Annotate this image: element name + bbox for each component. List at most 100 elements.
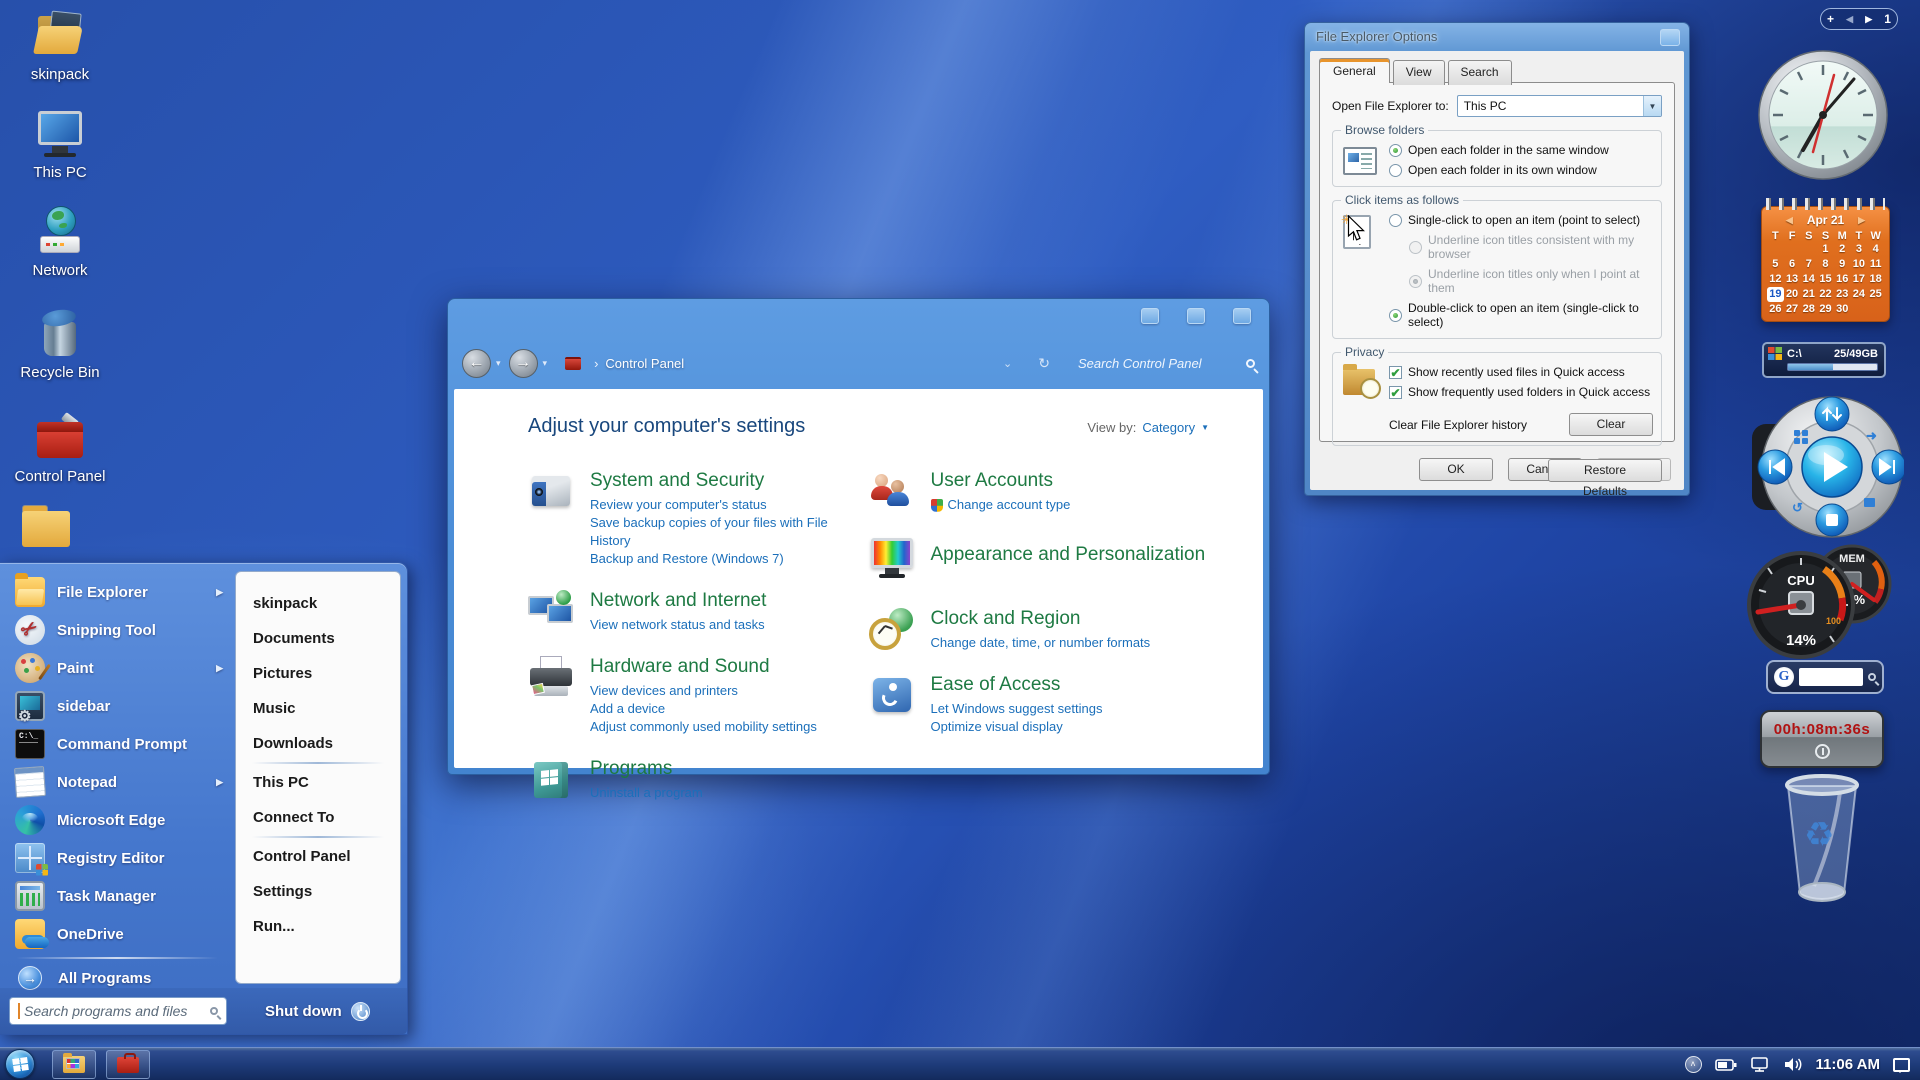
category-link[interactable]: Optimize visual display (931, 718, 1103, 736)
radio-selected-icon[interactable] (1389, 144, 1402, 157)
recycle-bin-gadget[interactable]: ♻ (1774, 768, 1870, 910)
start-menu-item-file-explorer[interactable]: File Explorer ▶ (2, 573, 232, 611)
back-button[interactable]: ← (462, 349, 491, 378)
calendar-day[interactable]: 14 (1800, 272, 1817, 287)
pager-prev-icon[interactable]: ◀ (1846, 14, 1853, 25)
timer-gadget[interactable]: 00h:08m:36s (1760, 710, 1884, 768)
calendar-day[interactable]: 6 (1784, 257, 1801, 272)
calendar-next-icon[interactable]: ▶ (1858, 215, 1865, 226)
calendar-day[interactable]: 19 (1767, 287, 1784, 302)
clock-region-icon[interactable] (869, 606, 915, 652)
calendar-day[interactable]: 4 (1867, 242, 1884, 257)
calendar-day[interactable]: 26 (1767, 302, 1784, 317)
desktop-icon-network[interactable]: Network (12, 206, 108, 279)
taskbar-clock[interactable]: 11:06 AM (1816, 1056, 1880, 1073)
gadget-search-icon[interactable] (1868, 673, 1876, 681)
desktop-icon-recycle-bin[interactable]: Recycle Bin (12, 308, 108, 381)
calendar-day[interactable]: 22 (1817, 287, 1834, 302)
dialog-close-button[interactable] (1660, 29, 1680, 46)
radio-icon[interactable] (1389, 214, 1402, 227)
calendar-day[interactable]: 2 (1834, 242, 1851, 257)
start-menu-item-registry-editor[interactable]: Registry Editor (2, 839, 232, 877)
calendar-gadget[interactable]: ◀ Apr 21 ▶ TF SS MT W 123456789101112131… (1761, 206, 1890, 322)
clock-gadget[interactable] (1756, 48, 1890, 182)
desktop-icon-this-pc[interactable]: This PC (12, 108, 108, 181)
show-hidden-icons-button[interactable]: ˄ (1685, 1056, 1702, 1073)
checkbox-checked-icon[interactable]: ✔ (1389, 386, 1402, 399)
restore-defaults-button[interactable]: Restore Defaults (1548, 459, 1662, 482)
action-center-icon[interactable] (1893, 1058, 1910, 1072)
tab-view[interactable]: View (1393, 60, 1445, 85)
calendar-day[interactable]: 24 (1851, 287, 1868, 302)
start-menu-item-sidebar[interactable]: sidebar (2, 687, 232, 725)
category-title[interactable]: System and Security (590, 470, 869, 492)
start-menu-item-snipping-tool[interactable]: Snipping Tool (2, 611, 232, 649)
timer-power-icon[interactable] (1815, 744, 1830, 759)
cpu-gauge-gadget[interactable]: CPU 100 14% (1746, 550, 1856, 660)
start-menu-item-microsoft-edge[interactable]: Microsoft Edge (2, 801, 232, 839)
search-gadget[interactable]: G (1766, 660, 1884, 694)
start-menu-item-downloads[interactable]: Downloads (236, 726, 400, 761)
calendar-day[interactable]: 5 (1767, 257, 1784, 272)
battery-icon[interactable] (1715, 1058, 1737, 1072)
category-title[interactable]: Hardware and Sound (590, 656, 817, 678)
calendar-day[interactable]: 10 (1851, 257, 1868, 272)
option-own-window[interactable]: Open each folder in its own window (1389, 163, 1653, 177)
desktop-icon-skinpack[interactable]: skinpack (12, 10, 108, 83)
category-link[interactable]: Uninstall a program (590, 784, 703, 802)
calendar-day[interactable]: 17 (1851, 272, 1868, 287)
programs-icon[interactable] (528, 756, 574, 802)
start-menu-item-music[interactable]: Music (236, 691, 400, 726)
media-control-gadget[interactable]: < ➜ ↺ (1752, 392, 1904, 542)
drive-meter-gadget[interactable]: C:\ 25/49GB (1762, 342, 1886, 378)
category-link[interactable]: Review your computer's status (590, 496, 869, 514)
category-link[interactable]: Add a device (590, 700, 817, 718)
address-chevron-icon[interactable]: ⌄ (1003, 357, 1012, 370)
tab-general[interactable]: General (1319, 58, 1390, 83)
category-title[interactable]: User Accounts (931, 470, 1071, 492)
start-menu-item-task-manager[interactable]: Task Manager (2, 877, 232, 915)
category-title[interactable]: Ease of Access (931, 674, 1103, 696)
start-button[interactable] (5, 1049, 35, 1079)
radio-icon[interactable] (1389, 164, 1402, 177)
ease-of-access-icon[interactable] (869, 672, 915, 718)
calendar-day[interactable]: 7 (1800, 257, 1817, 272)
category-link[interactable]: Let Windows suggest settings (931, 700, 1103, 718)
calendar-day[interactable]: 20 (1784, 287, 1801, 302)
start-menu-item-skinpack[interactable]: skinpack (236, 586, 400, 621)
checkbox-checked-icon[interactable]: ✔ (1389, 366, 1402, 379)
history-dropdown-icon[interactable]: ▾ (543, 358, 548, 369)
calendar-day[interactable]: 9 (1834, 257, 1851, 272)
start-menu-item-control-panel[interactable]: Control Panel (236, 839, 400, 874)
user-accounts-icon[interactable] (869, 468, 915, 514)
category-link[interactable]: Backup and Restore (Windows 7) (590, 550, 869, 568)
calendar-day[interactable]: 12 (1767, 272, 1784, 287)
system-security-icon[interactable] (528, 468, 574, 514)
category-title[interactable]: Network and Internet (590, 590, 766, 612)
calendar-day[interactable]: 11 (1867, 257, 1884, 272)
option-show-recent-files[interactable]: ✔ Show recently used files in Quick acce… (1389, 365, 1653, 379)
network-icon[interactable] (1750, 1057, 1770, 1072)
calendar-day[interactable]: 25 (1867, 287, 1884, 302)
combo-dropdown-icon[interactable]: ▼ (1643, 96, 1661, 116)
category-link[interactable]: Save backup copies of your files with Fi… (590, 514, 869, 550)
start-menu-item-settings[interactable]: Settings (236, 874, 400, 909)
category-title[interactable]: Appearance and Personalization (931, 544, 1206, 566)
minimize-button[interactable] (1141, 308, 1159, 324)
category-link[interactable]: Change date, time, or number formats (931, 634, 1151, 652)
taskbar-control-panel-button[interactable] (106, 1050, 150, 1079)
view-by-arrow-icon[interactable]: ▼ (1201, 423, 1209, 432)
category-title[interactable]: Clock and Region (931, 608, 1151, 630)
tab-search[interactable]: Search (1448, 60, 1512, 85)
pager-next-icon[interactable]: ▶ (1865, 14, 1872, 25)
calendar-day[interactable]: 1 (1817, 242, 1834, 257)
start-menu-item-notepad[interactable]: Notepad ▶ (2, 763, 232, 801)
start-menu-item-run[interactable]: Run... (236, 909, 400, 944)
calendar-day[interactable]: 29 (1817, 302, 1834, 317)
calendar-day[interactable]: 28 (1800, 302, 1817, 317)
gadget-search-input[interactable] (1799, 668, 1863, 686)
option-double-click[interactable]: Double-click to open an item (single-cli… (1389, 301, 1653, 329)
start-menu-item-paint[interactable]: Paint ▶ (2, 649, 232, 687)
start-menu-item-documents[interactable]: Documents (236, 621, 400, 656)
hardware-sound-icon[interactable] (528, 654, 574, 700)
